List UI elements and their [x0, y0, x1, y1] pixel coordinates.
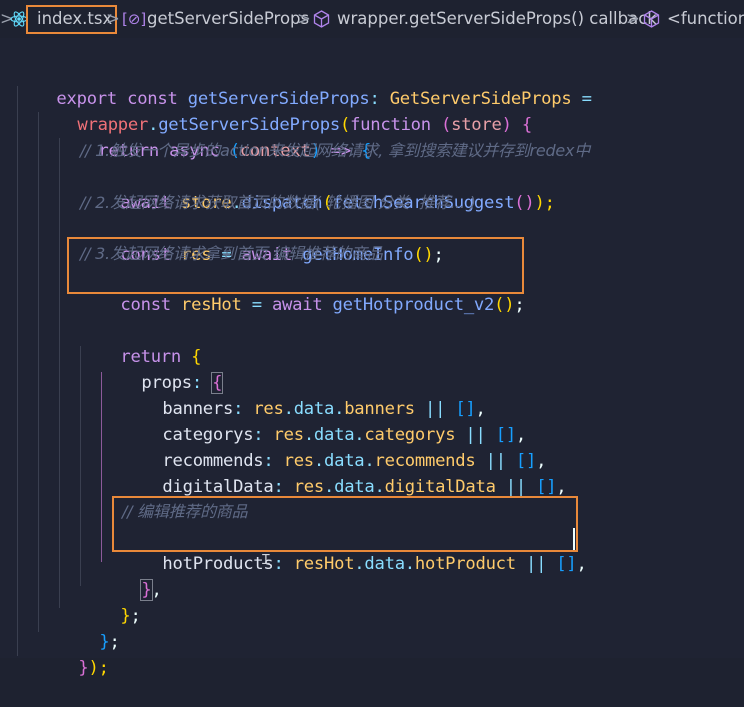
- code-line-banners: banners: res.data.banners || [],: [162, 399, 486, 419]
- code-line-5: await store.dispatch(fetchSearchSuggest(…: [120, 193, 555, 213]
- breadcrumb-separator: >: [106, 9, 120, 28]
- breadcrumb-function[interactable]: getServerSideProps: [147, 8, 309, 30]
- code-editor[interactable]: export const getServerSideProps: GetServ…: [0, 38, 744, 678]
- code-line-12: props: {: [141, 372, 224, 394]
- code-line-21: };: [120, 606, 141, 626]
- code-comment-1: // 1.触发一个异步的action来发起网络请求, 拿到搜索建议并存到rede…: [80, 141, 590, 160]
- code-line-11: return {: [120, 347, 202, 367]
- code-line-3: return async (context) => {: [98, 141, 372, 161]
- code-comment-2: // 2.发起网络请求获取首页的数据( 轮播图 分类 推荐... ): [80, 193, 476, 212]
- cube-icon: [313, 10, 330, 28]
- code-line-23: });: [78, 658, 109, 678]
- indent-guide: [17, 86, 18, 656]
- code-line-categorys: categorys: res.data.categorys || [],: [162, 425, 527, 445]
- breadcrumb-separator: >: [297, 9, 311, 28]
- code-line-9: const resHot = await getHotproduct_v2();: [120, 295, 525, 315]
- breadcrumb-callback[interactable]: wrapper.getServerSideProps() callback: [337, 8, 657, 30]
- indent-guide: [38, 112, 39, 632]
- cube-icon: [643, 10, 660, 28]
- indent-guide: [59, 138, 60, 608]
- code-line-recommends: recommends: res.data.recommends || [],: [162, 451, 547, 471]
- code-line-22: };: [99, 632, 120, 652]
- breadcrumb-file[interactable]: index.tsx: [37, 8, 112, 30]
- code-line-1: export const getServerSideProps: GetServ…: [56, 89, 592, 109]
- breadcrumb-separator: >: [626, 9, 640, 28]
- code-line-hotproducts: hotProducts: resHot.data.hotProduct || […: [162, 554, 587, 574]
- code-comment-3: // 3.发起网络请求拿到首页 编辑推荐的商品: [80, 244, 383, 263]
- breadcrumb-anonymous-function[interactable]: <function>: [667, 8, 744, 30]
- code-line-digitaldata: digitalData: res.data.digitalData || [],: [162, 477, 567, 497]
- function-icon: [⊘]: [122, 10, 147, 28]
- text-cursor: [573, 528, 575, 550]
- breadcrumb: > index.tsx > [⊘] getServerSideProps > w…: [0, 0, 744, 38]
- code-comment-4: // 编辑推荐的商品: [122, 502, 248, 521]
- mouse-ibeam-cursor: Ɪ: [262, 552, 270, 568]
- code-line-2: wrapper.getServerSideProps(function (sto…: [77, 115, 532, 135]
- code-line-20: },: [140, 579, 162, 601]
